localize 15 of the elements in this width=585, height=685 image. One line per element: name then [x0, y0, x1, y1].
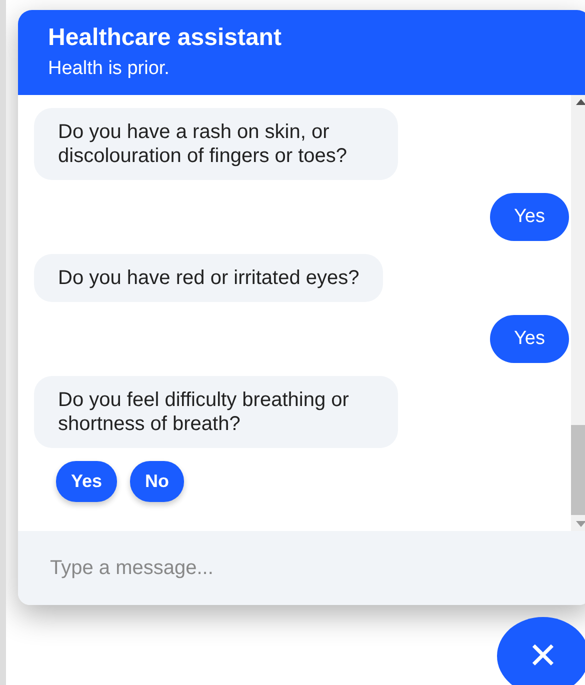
bot-message: Do you feel difficulty breathing or shortness of breath? — [34, 376, 398, 448]
message-input[interactable]: Type a message... — [18, 531, 585, 605]
chat-subtitle: Health is prior. — [48, 58, 170, 80]
scroll-up-icon[interactable] — [576, 99, 585, 105]
quick-reply-button[interactable]: No — [130, 461, 184, 502]
close-button[interactable]: ✕ — [497, 617, 585, 685]
user-message: Yes — [490, 315, 569, 363]
bot-message: Do you have red or irritated eyes? — [34, 254, 384, 302]
scrollbar-thumb[interactable] — [571, 425, 585, 515]
scrollbar[interactable] — [571, 95, 585, 531]
chat-title: Healthcare assistant — [48, 24, 282, 52]
user-message: Yes — [490, 193, 569, 241]
scroll-down-icon[interactable] — [576, 521, 585, 527]
bot-message: Do you have a rash on skin, or discolouration of fingers or toes? — [34, 108, 398, 180]
quick-reply-button[interactable]: Yes — [56, 461, 118, 502]
